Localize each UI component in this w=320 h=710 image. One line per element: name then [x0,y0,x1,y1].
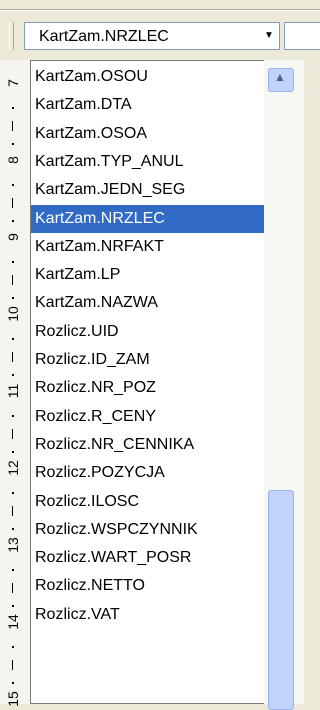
ruler-dot [12,297,14,299]
ruler-dot [12,451,14,453]
ruler-dot [12,184,14,186]
list-item[interactable]: KartZam.OSOU [31,63,277,91]
secondary-combobox[interactable] [284,22,320,50]
list-item[interactable]: Rozlicz.WSPCZYNNIK [31,516,277,544]
list-item[interactable]: Rozlicz.NETTO [31,572,277,600]
ruler-tick [12,275,13,285]
ruler-dot [12,492,14,494]
scroll-up-button[interactable]: ▲ [268,68,294,92]
ruler-number: 15 [5,691,21,707]
list-item[interactable]: Rozlicz.ILOSC [31,488,277,516]
ruler-dot [12,220,14,222]
ruler-number: 13 [5,537,21,553]
field-combobox[interactable]: KartZam.NRZLEC ▼ [24,22,280,50]
ruler-dot [12,338,14,340]
list-item[interactable]: Rozlicz.NR_CENNIKA [31,431,277,459]
toolbar-divider [0,10,320,11]
ruler-dot [12,605,14,607]
ruler-number: 12 [5,460,21,476]
ruler-tick [12,121,13,131]
list-item[interactable]: Rozlicz.VAT [31,601,277,629]
ruler-dot [12,374,14,376]
list-item[interactable]: Rozlicz.NR_POZ [31,374,277,402]
ruler-number: 10 [5,306,21,322]
ruler-dot [12,143,14,145]
chevron-up-icon: ▲ [274,70,286,84]
list-item[interactable]: KartZam.JEDN_SEG [31,176,277,204]
ruler-number: 14 [5,614,21,630]
scroll-thumb[interactable] [268,490,294,710]
ruler-tick [12,506,13,516]
list-item[interactable]: KartZam.LP [31,261,277,289]
ruler-tick [12,352,13,362]
ruler-tick [12,198,13,208]
ruler-number: 9 [5,233,21,241]
ruler-number: 7 [5,79,21,87]
list-item[interactable]: KartZam.NAZWA [31,289,277,317]
ruler-number: 11 [5,383,21,399]
vertical-ruler: 7 8 9 10 11 12 13 14 15 [0,60,31,707]
ruler-dot [12,682,14,684]
toolbar: KartZam.NRZLEC ▼ [0,0,320,60]
ruler-dot [12,415,14,417]
ruler-tick [12,660,13,670]
list-item[interactable]: KartZam.TYP_ANUL [31,148,277,176]
list-item[interactable]: Rozlicz.POZYCJA [31,459,277,487]
scrollbar[interactable]: ▲ [264,60,304,710]
ruler-dot [12,646,14,648]
ruler-dot [12,569,14,571]
ruler-tick [12,429,13,439]
ruler-tick [12,583,13,593]
list-item[interactable]: KartZam.OSOA [31,120,277,148]
combo-value: KartZam.NRZLEC [39,28,169,45]
list-item[interactable]: Rozlicz.UID [31,318,277,346]
list-item[interactable]: KartZam.DTA [31,91,277,119]
right-edge [304,60,320,704]
ruler-dot [12,261,14,263]
list-item[interactable]: Rozlicz.R_CENY [31,403,277,431]
list-item[interactable]: KartZam.NRZLEC [31,204,277,233]
ruler-dot [12,107,14,109]
ruler-dot [12,528,14,530]
list-item[interactable]: Rozlicz.ID_ZAM [31,346,277,374]
chevron-down-icon[interactable]: ▼ [263,28,275,44]
ruler-number: 8 [5,156,21,164]
toolbar-grip[interactable] [9,22,14,50]
list-item[interactable]: KartZam.NRFAKT [31,233,277,261]
list-item[interactable]: Rozlicz.WART_POSR [31,544,277,572]
